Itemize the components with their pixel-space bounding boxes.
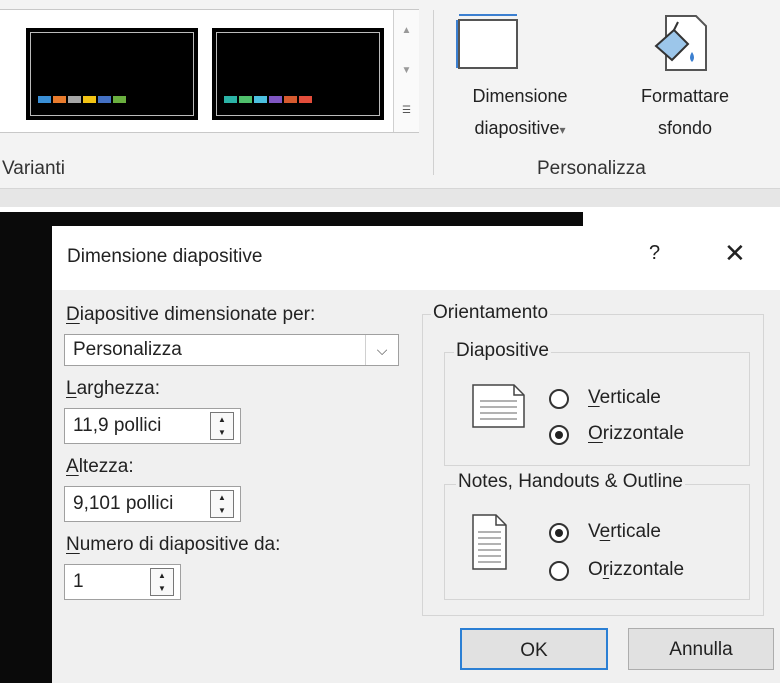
notes-landscape-radio[interactable]	[549, 561, 569, 581]
slides-orientation-legend: Diapositive	[454, 340, 551, 362]
ribbon: ▲ ▼ ☰ Varianti Dimensione diapositive▾ F…	[0, 0, 780, 188]
notes-orientation-legend: Notes, Handouts & Outline	[456, 471, 685, 493]
theme-color-swatch	[239, 96, 252, 103]
spin-down-icon[interactable]: ▼	[151, 582, 173, 595]
spin-up-icon[interactable]: ▲	[151, 569, 173, 582]
slides-landscape-radio[interactable]	[549, 425, 569, 445]
spin-up-icon[interactable]: ▲	[211, 491, 233, 504]
gallery-more-icon[interactable]: ☰	[394, 90, 419, 130]
height-spinner[interactable]: 9,101 pollici ▲ ▼	[64, 486, 241, 522]
chevron-down-icon: ▾	[559, 123, 566, 137]
height-value: 9,101 pollici	[73, 493, 174, 514]
theme-color-swatch	[254, 96, 267, 103]
width-label: Larghezza:	[66, 378, 161, 399]
slide-size-icon	[456, 14, 518, 69]
chevron-down-icon[interactable]: ⌵	[365, 335, 398, 365]
ribbon-bottom-border	[0, 188, 780, 207]
slides-sized-for-label: Diapositive dimensionate per:	[66, 304, 316, 325]
theme-color-swatch	[38, 96, 51, 103]
theme-color-swatch	[113, 96, 126, 103]
ok-button[interactable]: OK	[460, 628, 608, 670]
dialog-title: Dimensione diapositive	[67, 246, 263, 267]
cancel-button[interactable]: Annulla	[628, 628, 774, 670]
gallery-down-icon[interactable]: ▼	[394, 50, 419, 90]
slides-sized-for-select[interactable]: Personalizza ⌵	[64, 334, 399, 366]
number-stepper[interactable]: ▲ ▼	[150, 568, 174, 596]
theme-color-swatch	[269, 96, 282, 103]
notes-portrait-radio[interactable]	[549, 523, 569, 543]
spin-down-icon[interactable]: ▼	[211, 504, 233, 517]
slides-sized-for-value: Personalizza	[73, 339, 182, 360]
dialog-title-bar: Dimensione diapositive ? ✕	[52, 226, 780, 290]
theme-color-swatch	[83, 96, 96, 103]
gallery-scroll: ▲ ▼ ☰	[393, 10, 419, 132]
number-slides-from-label: Numero di diapositive da:	[66, 534, 281, 555]
orientation-legend: Orientamento	[431, 302, 551, 324]
format-background-line2: sfondo	[657, 118, 713, 138]
help-button[interactable]: ?	[649, 242, 660, 265]
format-background-line1: Formattare	[640, 86, 730, 106]
theme-color-swatch	[53, 96, 66, 103]
slide-size-line1: Dimensione	[472, 86, 568, 106]
theme-color-swatch	[98, 96, 111, 103]
close-icon[interactable]: ✕	[724, 238, 746, 269]
customize-group-label: Personalizza	[537, 158, 646, 179]
slide-size-line2: diapositive	[474, 118, 560, 138]
height-stepper[interactable]: ▲ ▼	[210, 490, 234, 518]
theme-color-swatch	[299, 96, 312, 103]
slides-landscape-label: Orizzontale	[588, 423, 685, 444]
number-slides-spinner[interactable]: 1 ▲ ▼	[64, 564, 181, 600]
slides-portrait-radio[interactable]	[549, 389, 569, 409]
gallery-up-icon[interactable]: ▲	[394, 10, 419, 50]
height-label: Altezza:	[66, 456, 134, 477]
notes-landscape-label: Orizzontale	[588, 559, 685, 580]
theme-color-swatch	[284, 96, 297, 103]
slides-portrait-label: Verticale	[588, 387, 661, 408]
variant-thumbnail-2[interactable]	[211, 27, 385, 121]
notes-portrait-label: Verticale	[588, 521, 661, 542]
landscape-page-icon	[472, 384, 525, 428]
variants-gallery: ▲ ▼ ☰	[0, 9, 419, 133]
spin-up-icon[interactable]: ▲	[211, 413, 233, 426]
slide-size-dialog: Dimensione diapositive ? ✕ Diapositive d…	[52, 226, 780, 683]
width-stepper[interactable]: ▲ ▼	[210, 412, 234, 440]
portrait-page-icon	[472, 514, 507, 570]
variant-thumbnail-1[interactable]	[25, 27, 199, 121]
width-spinner[interactable]: 11,9 pollici ▲ ▼	[64, 408, 241, 444]
theme-color-swatch	[224, 96, 237, 103]
variants-group-label: Varianti	[2, 158, 66, 179]
theme-color-swatch	[68, 96, 81, 103]
format-background-icon	[654, 15, 707, 71]
ribbon-separator	[433, 10, 434, 175]
number-slides-value: 1	[73, 571, 84, 592]
width-value: 11,9 pollici	[73, 415, 162, 436]
spin-down-icon[interactable]: ▼	[211, 426, 233, 439]
